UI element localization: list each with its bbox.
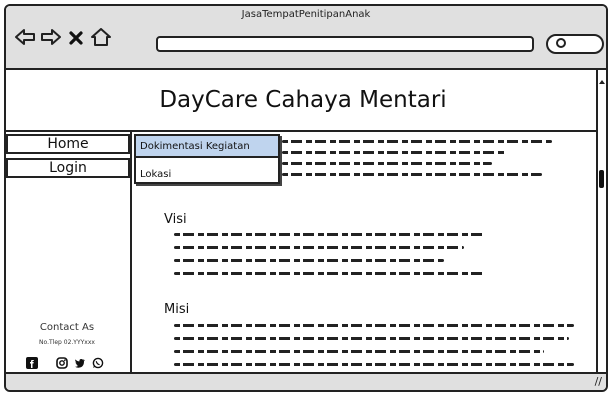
text-placeholder-line xyxy=(174,350,544,353)
twitter-icon[interactable] xyxy=(74,354,86,368)
text-placeholder-line xyxy=(174,363,574,366)
arrow-left-icon[interactable] xyxy=(14,28,36,46)
menu-item-lokasi[interactable]: Lokasi xyxy=(136,164,278,186)
arrow-right-icon[interactable] xyxy=(40,28,62,46)
nav-home-button[interactable]: Home xyxy=(6,134,130,154)
text-placeholder-line xyxy=(282,151,507,154)
address-bar[interactable] xyxy=(156,36,534,52)
text-placeholder-line xyxy=(174,259,444,262)
text-placeholder-line xyxy=(174,324,574,327)
status-bar: // xyxy=(6,372,606,390)
vertical-scrollbar[interactable] xyxy=(596,70,606,379)
search-icon xyxy=(556,38,566,48)
section-heading-misi: Misi xyxy=(164,302,190,317)
text-placeholder-line xyxy=(174,337,569,340)
search-field[interactable] xyxy=(546,34,604,54)
text-placeholder-line xyxy=(282,140,552,143)
text-placeholder-line xyxy=(174,272,484,275)
text-placeholder-line xyxy=(282,173,542,176)
text-placeholder-line xyxy=(174,246,464,249)
nav-login-button[interactable]: Login xyxy=(6,158,130,178)
contact-title: Contact As xyxy=(39,322,95,333)
menu-item-dokumentasi[interactable]: Dokimentasi Kegiatan xyxy=(136,136,278,158)
dropdown-menu: Dokimentasi Kegiatan Lokasi xyxy=(134,134,280,184)
section-heading-visi: Visi xyxy=(164,212,187,227)
site-header: DayCare Cahaya Mentari xyxy=(6,70,600,132)
text-placeholder-line xyxy=(174,233,484,236)
contact-phone: No.Tlep 02.YYYxxx xyxy=(39,339,95,346)
text-placeholder-line xyxy=(282,162,492,165)
window-title: JasaTempatPenitipanAnak xyxy=(241,9,371,20)
whatsapp-icon[interactable] xyxy=(92,354,104,369)
facebook-icon[interactable] xyxy=(26,354,38,369)
instagram-icon[interactable] xyxy=(56,354,68,369)
home-icon[interactable] xyxy=(90,28,112,46)
site-title: DayCare Cahaya Mentari xyxy=(159,87,447,113)
sidebar: Home Login Contact As No.Tlep 02.YYYxxx xyxy=(6,132,132,376)
scroll-up-icon[interactable] xyxy=(598,71,606,84)
scrollbar-thumb[interactable] xyxy=(599,170,604,188)
resize-handle-icon[interactable]: // xyxy=(595,375,602,388)
browser-toolbar: JasaTempatPenitipanAnak xyxy=(6,6,606,70)
browser-window: JasaTempatPenitipanAnak DayCare Cahaya M… xyxy=(4,4,608,392)
close-icon[interactable] xyxy=(68,30,84,46)
